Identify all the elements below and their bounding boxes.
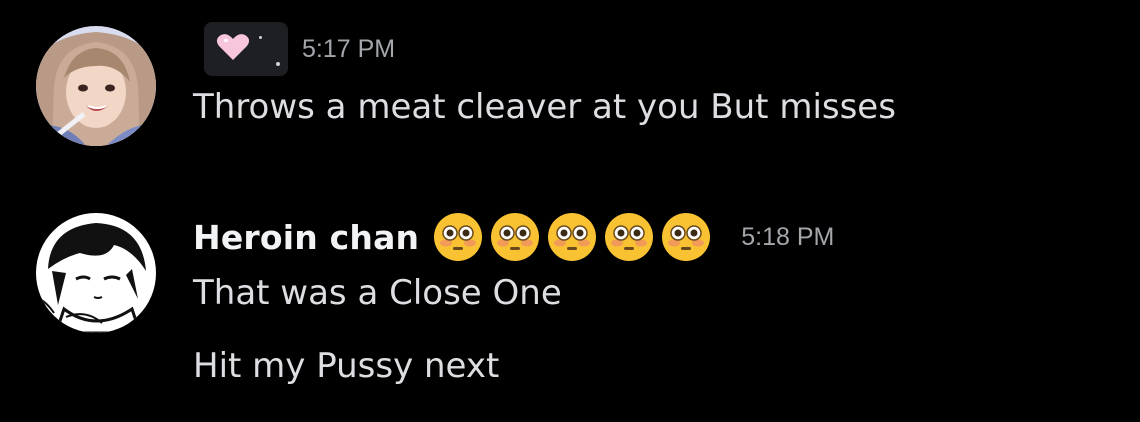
message-header: 5:17 PM — [204, 22, 395, 76]
message-text: Throws a meat cleaver at you But misses — [193, 87, 896, 127]
manga-boy-avatar-icon — [36, 213, 156, 333]
message-timestamp: 5:18 PM — [741, 222, 835, 251]
flushed-face-emoji — [491, 213, 540, 261]
message-header: Heroin chan 5:18 PM — [193, 210, 834, 264]
flushed-face-emoji — [434, 213, 483, 261]
username-emoji-row — [433, 212, 711, 262]
user-avatar[interactable] — [36, 213, 156, 333]
message-text: That was a Close One — [193, 273, 562, 313]
pink-heart-icon — [216, 34, 250, 60]
flushed-face-emoji — [548, 213, 597, 261]
flushed-face-emoji — [662, 213, 711, 261]
anime-girl-avatar-icon — [36, 26, 156, 146]
message-text: Hit my Pussy next — [193, 346, 500, 386]
sparkle-dot — [259, 36, 262, 39]
user-tag-badge[interactable] — [204, 22, 288, 76]
message-timestamp: 5:17 PM — [302, 34, 396, 63]
user-avatar[interactable] — [36, 26, 156, 146]
flushed-face-emoji — [605, 213, 654, 261]
username[interactable]: Heroin chan — [193, 218, 419, 257]
sparkle-dot — [276, 62, 280, 66]
